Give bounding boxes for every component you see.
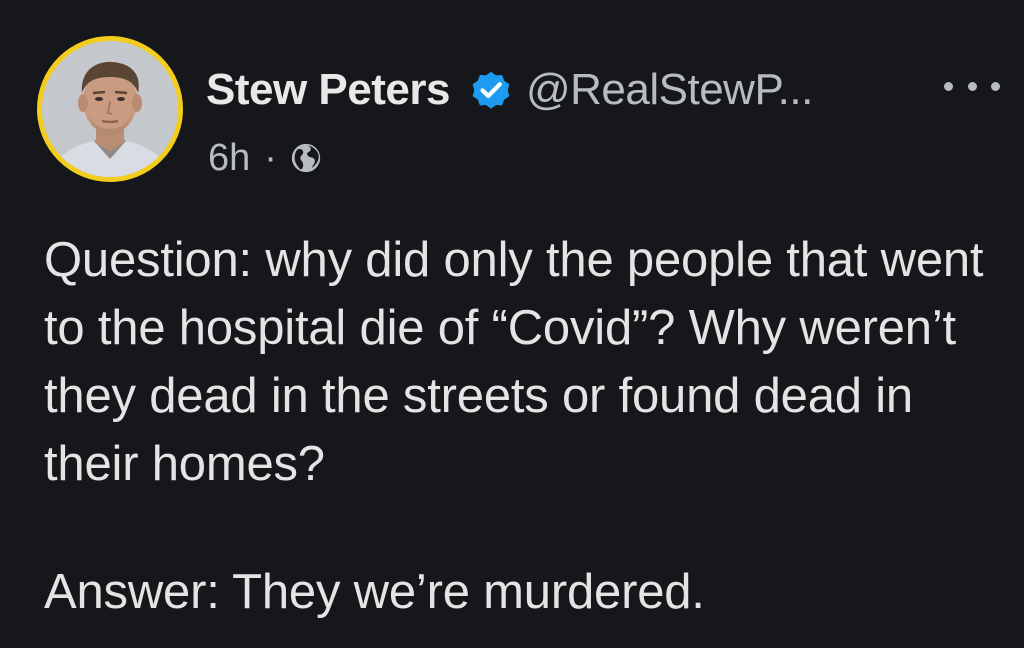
post-body: Question: why did only the people that w… — [44, 226, 1004, 626]
author-row: Stew Peters @RealStewP... — [206, 60, 813, 120]
post-timestamp[interactable]: 6h — [208, 137, 250, 180]
author-avatar[interactable] — [37, 36, 183, 182]
post-meta: 6h · — [208, 132, 323, 184]
more-options-icon[interactable] — [944, 74, 1000, 98]
post-paragraph-answer: Answer: They we’re murdered. — [44, 565, 705, 619]
globe-icon — [289, 141, 323, 175]
more-dot — [944, 81, 953, 91]
post-paragraph-question: Question: why did only the people that w… — [44, 233, 984, 491]
meta-separator: · — [264, 136, 277, 179]
verified-badge-icon — [468, 67, 514, 113]
author-display-name[interactable]: Stew Peters — [206, 65, 450, 115]
more-dot — [991, 81, 1000, 91]
author-handle[interactable]: @RealStewP... — [526, 65, 813, 115]
avatar-photo — [42, 41, 178, 177]
more-dot — [967, 81, 977, 91]
post-card: Stew Peters @RealStewP... 6h · Question:… — [0, 0, 1024, 648]
